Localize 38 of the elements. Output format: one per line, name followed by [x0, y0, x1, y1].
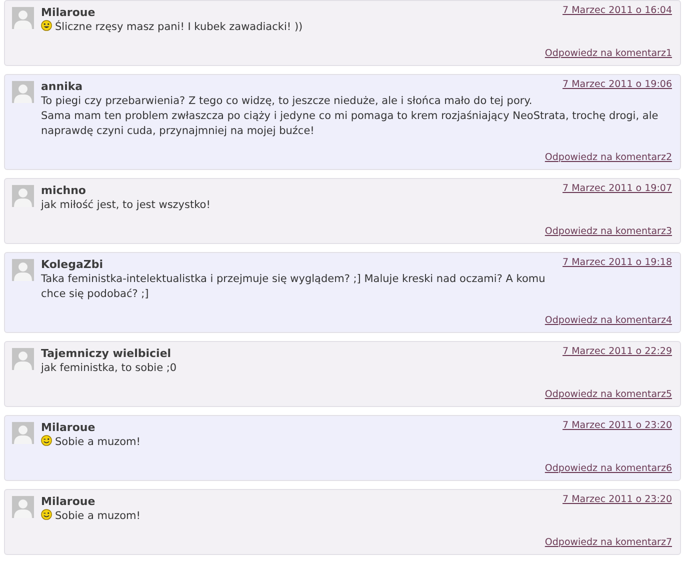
avatar-icon: [12, 422, 34, 444]
comment-author: michno: [41, 183, 86, 198]
reply-link[interactable]: Odpowiedz na komentarz2: [544, 151, 672, 164]
avatar-icon: [12, 348, 34, 370]
comment-author: Milaroue: [41, 5, 96, 20]
comment-author: KolegaZbi: [41, 257, 104, 272]
avatar-icon: [12, 7, 34, 29]
avatar-icon: [12, 81, 34, 103]
comment-author: Milaroue: [41, 420, 96, 435]
reply-link[interactable]: Odpowiedz na komentarz7: [544, 536, 672, 549]
comment-text: jak feministka, to sobie ;0: [41, 361, 178, 376]
reply-link[interactable]: Odpowiedz na komentarz4: [544, 314, 672, 327]
comment-date-link[interactable]: 7 Marzec 2011 o 23:20: [562, 419, 672, 432]
avatar-icon: [12, 259, 34, 281]
avatar-icon: [12, 185, 34, 207]
comment-author: Milaroue: [41, 494, 96, 509]
comment-text: Śliczne rzęsy masz pani! I kubek zawadiacki! )): [41, 20, 672, 35]
comment-date-link[interactable]: 7 Marzec 2011 o 19:06: [562, 78, 672, 91]
avatar-icon: [12, 496, 34, 518]
comment-date-link[interactable]: 7 Marzec 2011 o 23:20: [562, 493, 672, 506]
comment-text: Taka feministka-intelektualistka i przejmuje się wyglądem? ;] Maluje kreski nad oczami? A komu chce się podobać? ;]: [41, 272, 546, 302]
comment-text: jak miłość jest, to jest wszystko!: [41, 198, 212, 213]
comment-text: To piegi czy przebarwienia? Z tego co widzę, to jeszcze nieduże, ale i słońca mało do tej pory. Sama mam ten problem zwłaszcza po ciąży i jedyne co mi pomaga to krem rozjaśniający NeoStrata, trochę drogi, ale naprawdę czyni cuda, przynajmniej na mojej buźce!: [41, 94, 660, 139]
reply-link[interactable]: Odpowiedz na komentarz6: [544, 462, 672, 475]
comment-date-link[interactable]: 7 Marzec 2011 o 19:07: [562, 182, 672, 195]
comment-date-link[interactable]: 7 Marzec 2011 o 19:18: [562, 256, 672, 269]
comment-text: Sobie a muzom!: [41, 509, 672, 524]
comment-date-link[interactable]: 7 Marzec 2011 o 22:29: [562, 345, 672, 358]
reply-link[interactable]: Odpowiedz na komentarz3: [544, 225, 672, 238]
comment-text: Sobie a muzom!: [41, 435, 672, 450]
comment-author: annika: [41, 79, 83, 94]
winking-smiley-icon: [41, 509, 52, 520]
reply-link[interactable]: Odpowiedz na komentarz5: [544, 388, 672, 401]
comment-author: Tajemniczy wielbiciel: [41, 346, 172, 361]
comment-date-link[interactable]: 7 Marzec 2011 o 16:04: [562, 4, 672, 17]
reply-link[interactable]: Odpowiedz na komentarz1: [544, 47, 672, 60]
winking-smiley-icon: [41, 435, 52, 446]
smiley-icon: [41, 20, 52, 31]
